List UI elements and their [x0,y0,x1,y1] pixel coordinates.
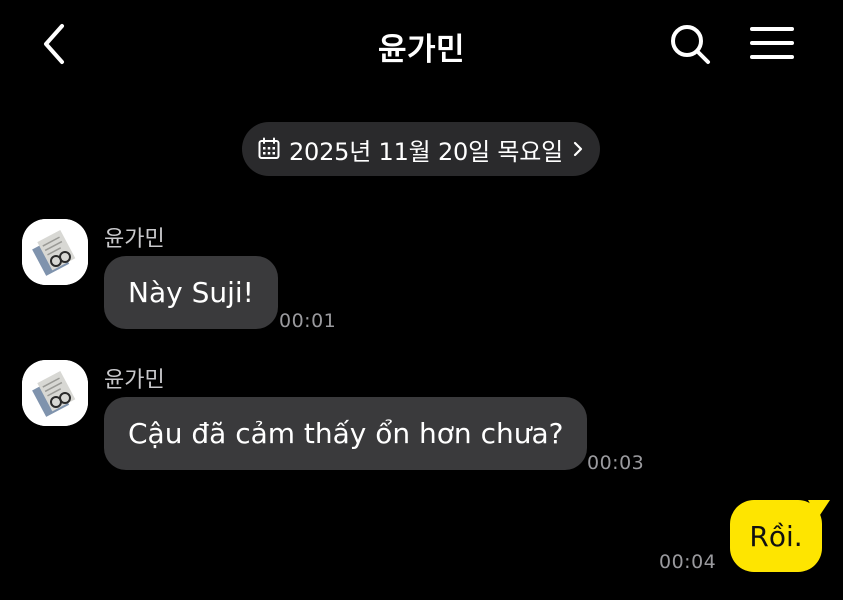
message-time: 00:04 [659,551,717,573]
sender-name: 윤가민 [104,227,165,252]
date-text: 2025년 11월 20일 목요일 [288,137,564,166]
calendar-icon [258,137,280,159]
date-divider[interactable]: 2025년 11월 20일 목요일 [242,122,600,176]
message-time: 00:01 [279,310,337,332]
avatar[interactable] [22,360,88,426]
message-time: 00:03 [587,452,645,474]
search-icon [671,25,710,64]
search-button[interactable] [668,22,712,66]
sender-name: 윤가민 [104,368,165,393]
profile-photo-icon [22,219,88,285]
menu-icon [750,27,794,59]
message-bubble[interactable]: Này Suji! [104,256,278,329]
profile-photo-icon [22,360,88,426]
my-message-bubble[interactable]: Rồi. [730,500,822,572]
chat-title: 윤가민 [377,32,466,68]
menu-button[interactable] [748,24,796,64]
chevron-right-icon [573,141,583,157]
message-bubble[interactable]: Cậu đã cảm thấy ổn hơn chưa? [104,397,588,470]
avatar[interactable] [22,219,88,285]
